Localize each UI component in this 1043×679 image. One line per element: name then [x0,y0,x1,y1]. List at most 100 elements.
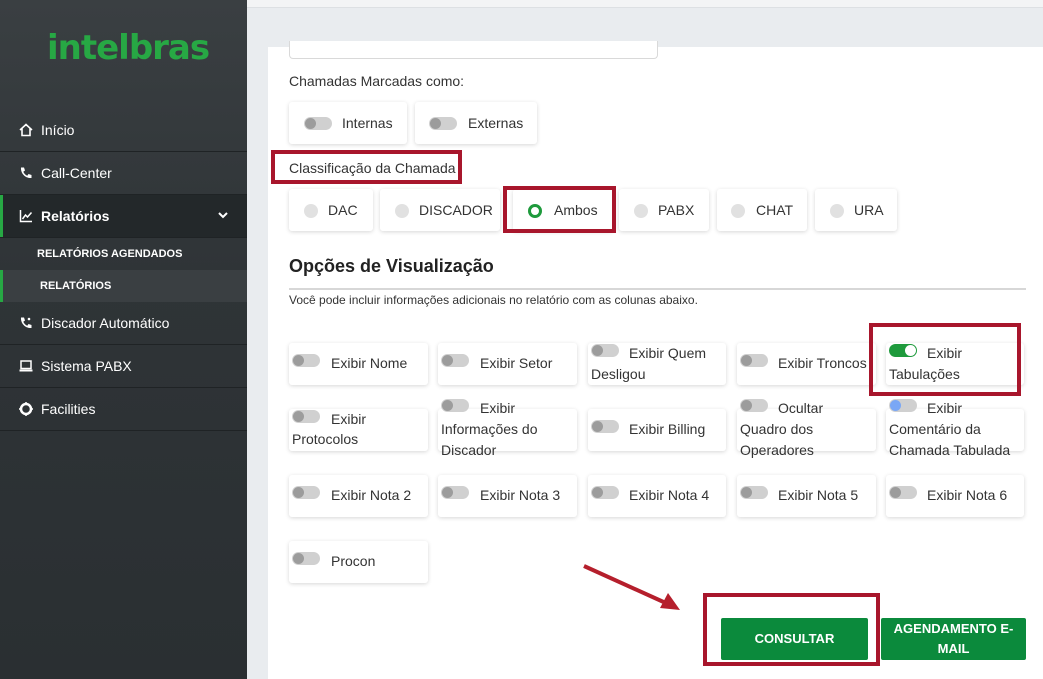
column-option-label: Exibir Billing [629,421,706,437]
sidebar-item-sistema-pabx[interactable]: Sistema PABX [0,345,247,388]
externas-toggle[interactable] [429,117,457,130]
column-option-label-line3: Operadores [740,442,814,458]
column-toggle[interactable] [591,420,619,433]
life-ring-icon [18,401,34,417]
highlight-box-ambos [503,186,616,233]
toggle-card-internas[interactable]: Internas [289,102,407,144]
sidebar-item-label: Relatórios [41,208,110,224]
chat-radio[interactable] [731,204,745,218]
radio-label: CHAT [756,202,794,218]
column-option-label: Exibir Nome [331,355,408,371]
column-option-exibir-troncos[interactable]: Exibir Troncos [737,343,876,385]
sidebar-item-relatorios[interactable]: Relatórios [0,195,247,238]
sidebar-item-label: Facilities [41,401,96,417]
highlight-box-tabulacoes [869,323,1021,396]
column-option-label-line2: Protocolos [292,431,359,447]
column-toggle[interactable] [292,486,320,499]
phone-dialer-icon [18,315,34,331]
toggle-card-externas[interactable]: Externas [415,102,537,144]
ura-radio[interactable] [830,204,844,218]
column-toggle[interactable] [441,354,469,367]
column-option-label: Exibir Quem [629,345,707,361]
highlight-box-classification [271,150,462,184]
radio-label: URA [854,202,884,218]
column-option-label: Ocultar [778,400,824,416]
monitor-icon [18,358,34,374]
pabx-radio[interactable] [634,204,648,218]
home-icon [18,122,34,138]
dac-radio[interactable] [304,204,318,218]
column-option-exibir-nota-6[interactable]: Exibir Nota 6 [886,475,1024,517]
toggle-label: Externas [468,115,524,131]
sidebar-item-label: Sistema PABX [41,358,132,374]
sidebar-subitem-relatorios[interactable]: RELATÓRIOS [0,270,247,302]
radio-card-ura[interactable]: URA [815,189,897,231]
column-toggle[interactable] [591,486,619,499]
column-toggle[interactable] [740,399,768,412]
sidebar: intelbras Início Call-Center Relatórios … [0,0,247,679]
sidebar-item-facilities[interactable]: Facilities [0,388,247,431]
column-option-exibir-nome[interactable]: Exibir Nome [289,343,428,385]
column-option-exibir-nota-4[interactable]: Exibir Nota 4 [588,475,726,517]
column-option-label-line2: Informações do [441,421,538,437]
column-option-exibir-comentario-tabulada[interactable]: Exibir Comentário da Chamada Tabulada [886,399,1024,458]
sidebar-nav: Início Call-Center Relatórios RELATÓRIOS… [0,109,247,431]
column-toggle[interactable] [889,486,917,499]
column-toggle[interactable] [292,410,320,423]
column-toggle[interactable] [591,344,619,357]
column-option-label: Exibir Nota 6 [927,487,1008,503]
column-option-exibir-setor[interactable]: Exibir Setor [438,343,577,385]
chart-icon [18,208,34,224]
section-divider [289,288,1026,290]
column-toggle[interactable] [292,552,320,565]
column-option-ocultar-quadro-operadores[interactable]: Ocultar Quadro dos Operadores [737,399,876,458]
discador-radio[interactable] [395,204,409,218]
top-bar [247,0,1043,8]
column-toggle[interactable] [740,486,768,499]
filter-input-field[interactable] [289,41,658,59]
agendamento-email-button[interactable]: AGENDAMENTO E- MAIL [881,618,1026,660]
column-option-exibir-nota-2[interactable]: Exibir Nota 2 [289,475,428,517]
column-option-label-line2: Desligou [591,366,646,382]
view-options-title: Opções de Visualização [289,256,494,276]
column-option-label: Exibir Nota 2 [331,487,412,503]
sidebar-item-call-center[interactable]: Call-Center [0,152,247,195]
sidebar-item-inicio[interactable]: Início [0,109,247,152]
column-option-procon[interactable]: Procon [289,541,428,583]
column-option-exibir-billing[interactable]: Exibir Billing [588,409,726,451]
column-toggle[interactable] [441,486,469,499]
column-toggle[interactable] [441,399,469,412]
radio-card-dac[interactable]: DAC [289,189,373,231]
column-option-label: Exibir Nota 5 [778,487,859,503]
sidebar-item-label: Call-Center [41,165,112,181]
intelbras-logo[interactable]: intelbras [47,28,210,68]
chevron-down-icon [217,208,229,224]
calls-marked-label: Chamadas Marcadas como: [289,73,465,89]
radio-card-discador[interactable]: DISCADOR [380,189,500,231]
column-option-exibir-protocolos[interactable]: Exibir Protocolos [289,409,428,451]
toggle-label: Internas [342,115,393,131]
column-option-exibir-informacoes-discador[interactable]: Exibir Informações do Discador [438,399,577,458]
radio-label: DAC [328,202,358,218]
column-option-label: Procon [331,553,376,569]
sidebar-item-label: Início [41,122,75,138]
radio-card-pabx[interactable]: PABX [619,189,709,231]
column-option-label: Exibir Nota 4 [629,487,710,503]
column-option-label: Exibir Nota 3 [480,487,561,503]
column-option-exibir-nota-3[interactable]: Exibir Nota 3 [438,475,577,517]
column-option-exibir-quem-desligou[interactable]: Exibir Quem Desligou [588,343,726,385]
column-toggle[interactable] [889,399,917,412]
phone-icon [18,165,34,181]
radio-card-chat[interactable]: CHAT [717,189,807,231]
column-toggle[interactable] [292,354,320,367]
column-option-exibir-nota-5[interactable]: Exibir Nota 5 [737,475,876,517]
sidebar-subitem-relatorios-agendados[interactable]: RELATÓRIOS AGENDADOS [0,238,247,270]
column-option-label-line3: Discador [441,442,497,458]
sidebar-item-discador-automatico[interactable]: Discador Automático [0,302,247,345]
column-option-label: Exibir [331,411,367,427]
column-toggle[interactable] [740,354,768,367]
internas-toggle[interactable] [304,117,332,130]
column-option-label: Exibir Troncos [778,355,867,371]
radio-label: PABX [658,202,695,218]
sidebar-subitem-label: RELATÓRIOS [40,280,112,292]
